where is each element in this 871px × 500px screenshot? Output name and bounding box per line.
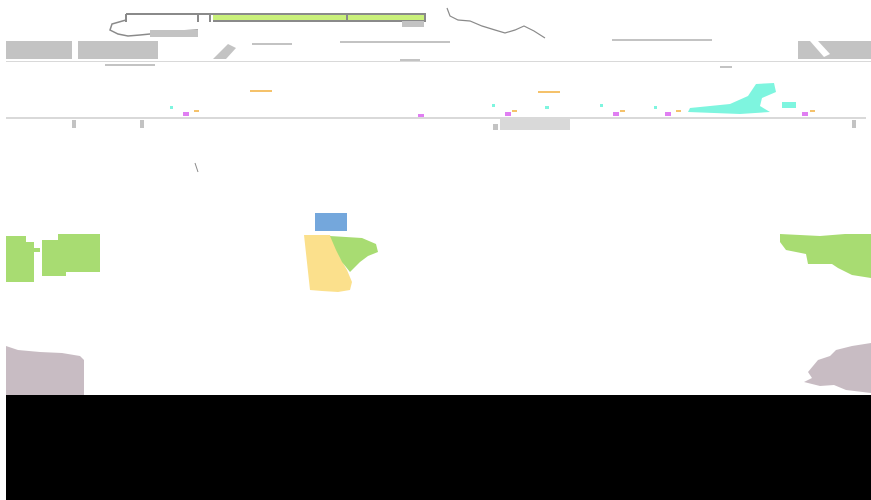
magenta-dot-4 xyxy=(613,112,619,116)
gray-block-left xyxy=(6,41,158,59)
aqua-dot-1 xyxy=(170,106,173,109)
middle-region-group xyxy=(6,213,871,292)
fragment-row-group xyxy=(6,83,866,173)
gray-strip-top xyxy=(150,30,198,37)
magenta-dot-5 xyxy=(665,112,671,116)
blacked-out-area xyxy=(6,395,871,500)
green-region-left xyxy=(6,234,100,282)
gray-dash-a xyxy=(105,64,155,66)
mauve-region-right xyxy=(804,343,871,393)
gray-block-right xyxy=(798,41,871,59)
lower-region-group xyxy=(6,343,871,395)
aqua-region xyxy=(688,83,776,114)
gray-block-left-notch xyxy=(72,41,78,59)
aqua-dot-2 xyxy=(492,104,495,107)
gray-tick-left-2 xyxy=(140,120,144,128)
gray-dash-b xyxy=(400,59,420,61)
gray-tick-left-1 xyxy=(72,120,76,128)
orange-dot-5 xyxy=(810,110,815,112)
aqua-dot-5 xyxy=(654,106,657,109)
magenta-dot-2 xyxy=(418,114,424,117)
orange-dot-1 xyxy=(194,110,199,112)
gray-line-mid-2 xyxy=(340,41,450,43)
orange-dot-2 xyxy=(512,110,517,112)
orange-dash-a xyxy=(250,90,272,92)
orange-dash-b xyxy=(538,91,560,93)
gray-band-group xyxy=(6,39,871,93)
coastline-top-right xyxy=(446,7,546,39)
orange-dot-4 xyxy=(676,110,681,112)
gray-line-mid-1 xyxy=(252,43,292,45)
aqua-dot-6 xyxy=(782,102,796,108)
aqua-dot-4 xyxy=(600,104,603,107)
green-region-right xyxy=(780,234,871,278)
gray-block-mid xyxy=(500,118,570,130)
magenta-dot-6 xyxy=(802,112,808,116)
gray-stroke-small xyxy=(194,162,199,173)
thin-rule-row-a xyxy=(6,61,871,62)
gray-tick-mid xyxy=(493,124,498,130)
gray-wedge-left xyxy=(213,44,236,59)
gray-dash-c xyxy=(720,66,732,68)
blue-region xyxy=(315,213,347,231)
gray-line-mid-3 xyxy=(612,39,712,41)
gray-tick-right xyxy=(852,120,856,128)
orange-dot-3 xyxy=(620,110,625,112)
magenta-dot-1 xyxy=(183,112,189,116)
map-viewport[interactable] xyxy=(0,0,871,500)
mauve-region-left xyxy=(6,346,84,395)
aqua-dot-3 xyxy=(545,106,549,109)
top-region-group xyxy=(109,7,546,39)
thin-rule-row-b xyxy=(6,117,866,119)
gray-tick-top xyxy=(402,21,424,27)
magenta-dot-3 xyxy=(505,112,511,116)
